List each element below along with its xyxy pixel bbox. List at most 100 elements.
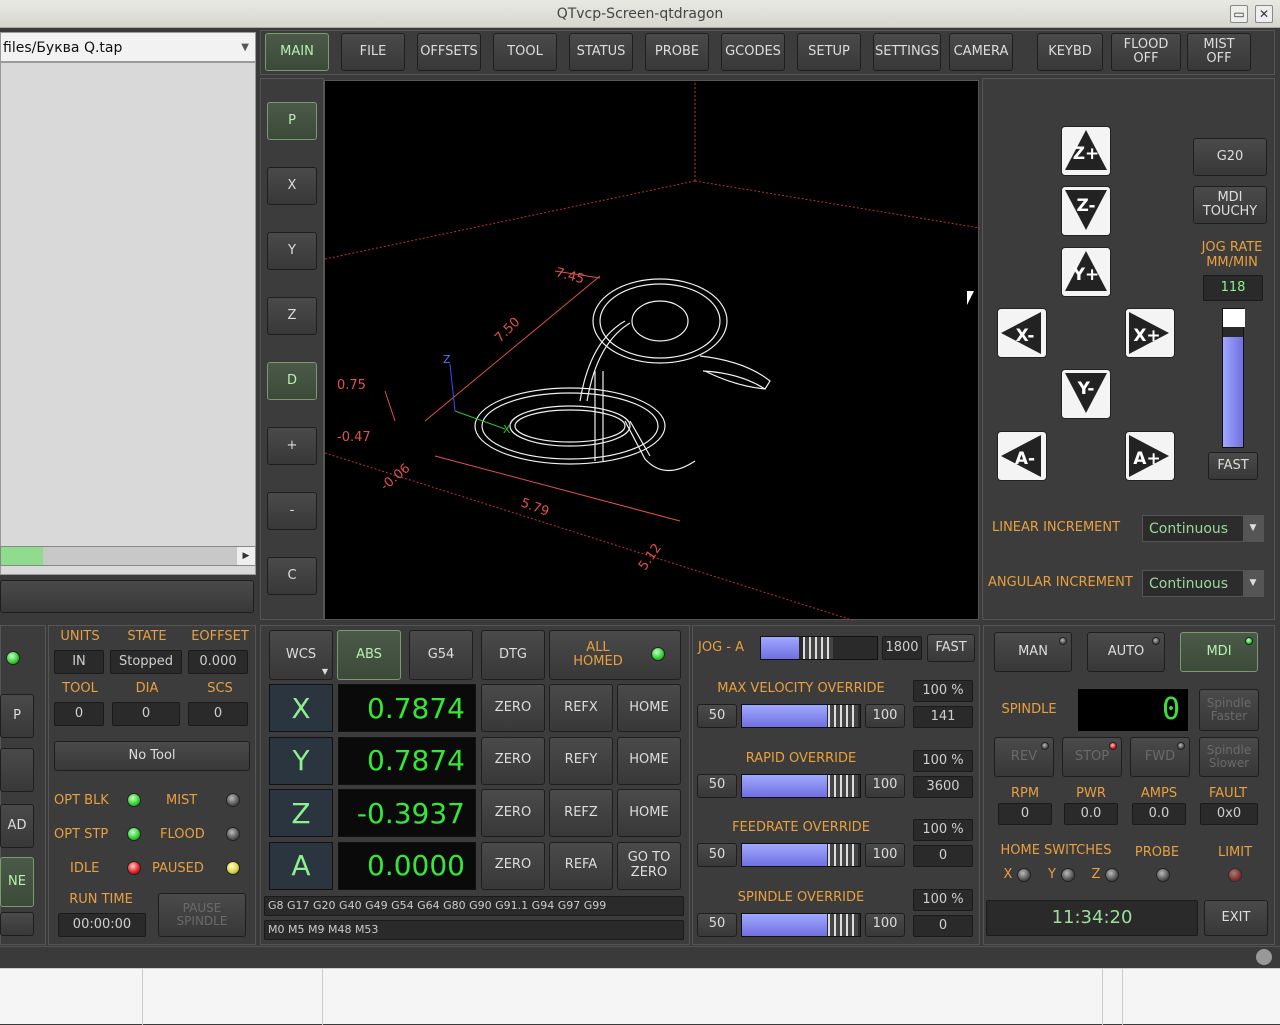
abs-button[interactable]: ABS [337, 630, 401, 680]
tab-offsets[interactable]: OFFSETS [417, 33, 481, 71]
view-button-d[interactable]: D [267, 362, 317, 400]
tab-tool[interactable]: TOOL [493, 33, 557, 71]
view-button-zoom-out[interactable]: - [267, 492, 317, 530]
max-velocity-override-min-button[interactable]: 50 [697, 704, 737, 728]
jog-x-minus-button[interactable]: X- [997, 308, 1047, 358]
jog-a-handle[interactable] [803, 637, 833, 659]
jog-rate-slider[interactable] [1222, 308, 1245, 448]
opt-blk-led[interactable] [127, 793, 141, 807]
angular-increment-combo[interactable]: Continuous ▼ [1142, 570, 1264, 597]
jog-a-slider[interactable] [760, 636, 878, 660]
spindle-override-max-button[interactable]: 100 [865, 912, 905, 937]
view-button-zoom-in[interactable]: + [267, 427, 317, 465]
mode-man-button[interactable]: MAN [994, 632, 1072, 672]
rapid-override-slider[interactable] [741, 773, 861, 798]
zero-z-button[interactable]: ZERO [481, 789, 545, 837]
mist-button[interactable]: MIST OFF [1187, 33, 1251, 71]
ref-a-button[interactable]: REFA [549, 841, 613, 890]
flood-button[interactable]: FLOOD OFF [1111, 33, 1181, 71]
spindle-override-slider[interactable] [741, 912, 861, 937]
minimize-button[interactable]: ▭ [1230, 5, 1248, 23]
file-scrollbar[interactable]: ▶ [0, 546, 256, 566]
file-list[interactable] [0, 62, 256, 575]
tab-probe[interactable]: PROBE [645, 33, 709, 71]
resize-grip-icon[interactable] [1256, 949, 1272, 965]
opt-stp-led[interactable] [127, 827, 141, 841]
zero-x-button[interactable]: ZERO [481, 684, 545, 732]
view-button-p[interactable]: P [267, 102, 317, 140]
max-velocity-override-handle[interactable] [828, 705, 858, 727]
partial-button-4[interactable] [0, 912, 34, 936]
max-velocity-override-slider[interactable] [741, 704, 861, 728]
home-a-button[interactable]: GO TO ZERO [617, 841, 681, 890]
spindle-stop-button[interactable]: STOP [1062, 737, 1122, 777]
jog-x-plus-button[interactable]: X+ [1125, 308, 1175, 358]
ref-z-button[interactable]: REFZ [549, 789, 613, 837]
jog-y-plus-button[interactable]: Y+ [1061, 247, 1111, 297]
feedrate-override-min-button[interactable]: 50 [697, 843, 737, 867]
mode-auto-button[interactable]: AUTO [1087, 632, 1165, 672]
view-button-z[interactable]: Z [267, 297, 317, 335]
spindle-override-min-button[interactable]: 50 [697, 912, 737, 937]
feedrate-override-max-button[interactable]: 100 [865, 843, 905, 867]
partial-button-1[interactable]: P [0, 694, 34, 738]
tab-file[interactable]: FILE [341, 33, 405, 71]
scrollbar-thumb[interactable] [1, 547, 43, 565]
home-x-button[interactable]: HOME [617, 684, 681, 732]
file-path-combo[interactable]: files/Буква Q.tap ▼ [0, 32, 256, 62]
jog-z-minus-button[interactable]: Z- [1061, 186, 1111, 236]
pause-spindle-button[interactable]: PAUSE SPINDLE [158, 893, 246, 937]
rapid-override-min-button[interactable]: 50 [697, 773, 737, 798]
jog-fast-button[interactable]: FAST [1208, 452, 1258, 480]
jog-y-minus-button[interactable]: Y- [1061, 369, 1111, 419]
view-button-clear[interactable]: C [267, 557, 317, 595]
spindle-rev-button[interactable]: REV [994, 737, 1054, 777]
ref-y-button[interactable]: REFY [549, 736, 613, 785]
spindle-override-handle[interactable] [828, 913, 858, 936]
close-button[interactable]: ✕ [1255, 5, 1273, 23]
jog-z-plus-button[interactable]: Z+ [1061, 126, 1111, 176]
ref-x-button[interactable]: REFX [549, 684, 613, 732]
rapid-override-max-button[interactable]: 100 [865, 773, 905, 798]
jog-rate-handle[interactable] [1223, 309, 1245, 327]
plot-svg[interactable]: 7.457.500.75-0.47-0.065.795.12 Z X [324, 81, 981, 622]
max-velocity-override-max-button[interactable]: 100 [865, 704, 905, 728]
zero-a-button[interactable]: ZERO [481, 841, 545, 890]
file-action-button-2[interactable] [0, 580, 254, 613]
zero-y-button[interactable]: ZERO [481, 736, 545, 785]
home-y-button[interactable]: HOME [617, 736, 681, 785]
view-button-x[interactable]: X [267, 167, 317, 205]
tab-gcodes[interactable]: GCODES [721, 33, 785, 71]
g20-button[interactable]: G20 [1193, 138, 1267, 176]
gcode-plot[interactable]: 7.45 7.50 0.75 -0.47 -0.06 5.79 5.12 Z X [324, 80, 981, 622]
tab-settings[interactable]: SETTINGS [873, 33, 941, 71]
view-button-y[interactable]: Y [267, 232, 317, 270]
jog-a-fast-button[interactable]: FAST [927, 634, 975, 662]
spindle-fwd-button[interactable]: FWD [1130, 737, 1190, 777]
home-z-button[interactable]: HOME [617, 789, 681, 837]
spindle-slower-button[interactable]: Spindle Slower [1199, 737, 1259, 777]
rapid-override-handle[interactable] [828, 774, 858, 797]
tab-camera[interactable]: CAMERA [949, 33, 1013, 71]
mode-mdi-button[interactable]: MDI [1180, 632, 1258, 672]
scroll-right-icon[interactable]: ▶ [237, 547, 255, 565]
spindle-faster-button[interactable]: Spindle Faster [1199, 689, 1259, 731]
dtg-button[interactable]: DTG [481, 630, 545, 680]
tool-name-button[interactable]: No Tool [54, 741, 250, 771]
partial-button-3[interactable]: NE [0, 857, 34, 907]
partial-button-2[interactable]: AD [0, 804, 34, 848]
exit-button[interactable]: EXIT [1204, 900, 1268, 936]
tab-setup[interactable]: SETUP [797, 33, 861, 71]
g54-button[interactable]: G54 [409, 630, 473, 680]
keybd-button[interactable]: KEYBD [1037, 33, 1103, 71]
feedrate-override-slider[interactable] [741, 843, 861, 867]
tab-main[interactable]: MAIN [265, 33, 329, 71]
jog-a-minus-button[interactable]: A- [997, 431, 1047, 481]
feedrate-override-handle[interactable] [828, 844, 858, 866]
linear-increment-combo[interactable]: Continuous ▼ [1142, 515, 1264, 542]
wcs-button[interactable]: WCS ▼ [269, 630, 333, 680]
tab-status[interactable]: STATUS [569, 33, 633, 71]
mdi-touchy-button[interactable]: MDI TOUCHY [1193, 186, 1267, 224]
jog-a-plus-button[interactable]: A+ [1125, 431, 1175, 481]
partial-button-blank[interactable] [0, 748, 34, 792]
